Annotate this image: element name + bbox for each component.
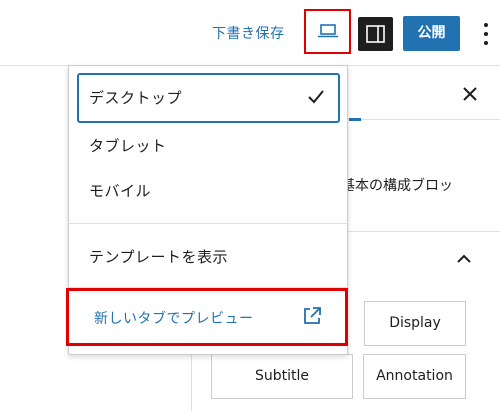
more-vertical-icon-dot [484,32,488,36]
check-icon [308,90,324,104]
preview-in-new-tab-item[interactable]: 新しいタブでプレビュー [66,288,348,346]
publish-button[interactable]: 公開 [403,16,460,51]
style-button-annotation[interactable]: Annotation [363,354,466,399]
style-button-subtitle[interactable]: Subtitle [211,354,353,399]
more-vertical-icon-dot [484,41,488,45]
save-draft-button[interactable]: 下書き保存 [212,23,285,43]
menu-item-mobile[interactable]: モバイル [77,166,340,216]
menu-item-label: テンプレートを表示 [89,248,229,266]
editor-toolbar: 下書き保存 公開 [0,0,500,66]
close-icon[interactable] [463,87,477,101]
menu-divider [69,223,347,224]
style-button-display[interactable]: Display [364,301,466,346]
settings-sidebar-button[interactable] [358,17,393,51]
menu-item-show-template[interactable]: テンプレートを表示 [77,232,340,282]
more-options-button[interactable] [478,19,494,49]
menu-item-label: タブレット [89,137,167,155]
laptop-icon [318,24,338,38]
menu-item-label: デスクトップ [89,89,183,107]
sidebar-toggle-icon [366,25,385,43]
menu-item-label: モバイル [89,182,152,200]
more-vertical-icon [484,23,488,27]
external-link-icon [304,307,321,324]
preview-device-button[interactable] [304,9,351,54]
menu-item-desktop[interactable]: デスクトップ [77,73,340,123]
chevron-up-icon[interactable] [457,254,471,264]
preview-in-new-tab-label: 新しいタブでプレビュー [94,311,254,327]
active-tab-indicator [349,118,361,121]
menu-item-tablet[interactable]: タブレット [77,121,340,171]
